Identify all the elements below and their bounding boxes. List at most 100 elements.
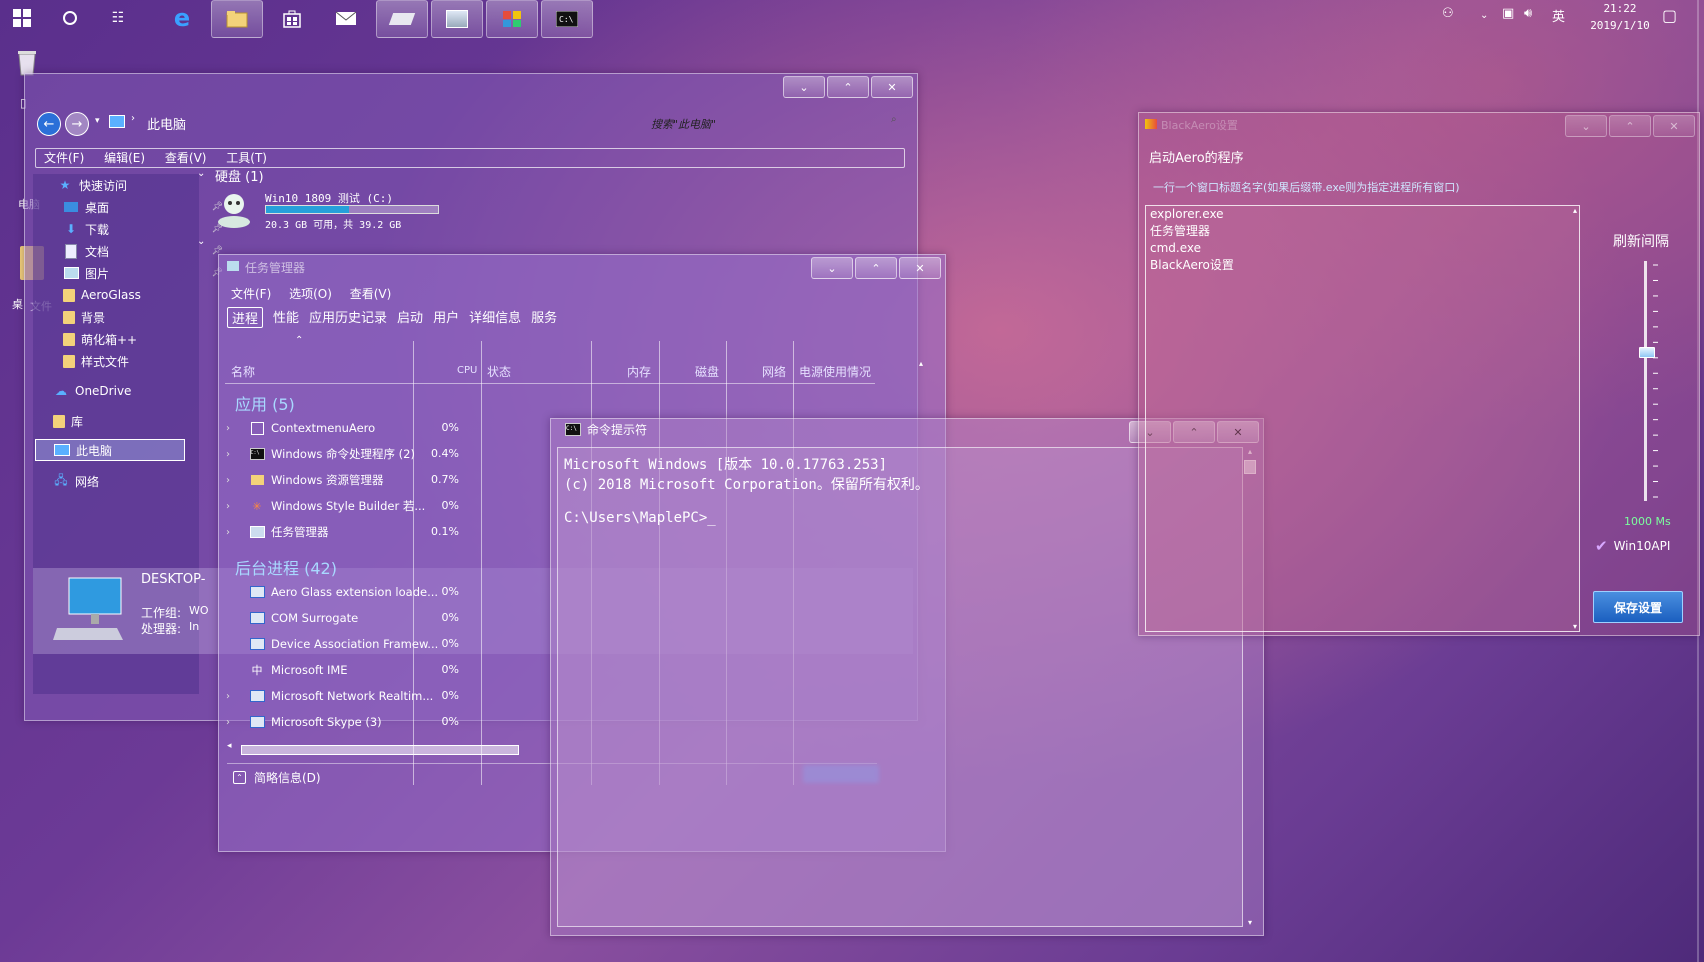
taskbar-app-1[interactable] [376, 0, 428, 38]
search-icon[interactable]: ⌕ [891, 114, 897, 125]
action-center-icon[interactable]: ▢ [1662, 6, 1677, 25]
close-button[interactable]: ✕ [1653, 115, 1695, 137]
col-cpu[interactable]: CPU [457, 365, 477, 376]
maximize-button[interactable]: ⌃ [1609, 115, 1651, 137]
expand-chevron-icon[interactable]: › [219, 475, 237, 486]
sidebar-item-quick-access[interactable]: ★ 快速访问 [33, 174, 223, 196]
language-indicator[interactable]: 英 [1552, 6, 1565, 25]
close-button[interactable]: ✕ [871, 76, 913, 98]
menu-view[interactable]: 查看(V) [350, 287, 392, 301]
scroll-left-icon[interactable]: ◂ [227, 741, 232, 751]
cortana-button[interactable] [56, 0, 84, 36]
cmd-taskbar-button[interactable]: C:\ [541, 0, 593, 38]
expand-chevron-icon[interactable]: › [219, 691, 237, 702]
menu-file[interactable]: 文件(F) [231, 287, 271, 301]
explorer-navbar: ← → ▾ › 此电脑 搜索"此电脑" ⌕ [35, 112, 907, 136]
explorer-taskbar-button[interactable] [211, 0, 263, 38]
drive-c-usage-fill [266, 206, 349, 213]
expand-chevron-icon[interactable]: › [219, 449, 237, 460]
tab-services[interactable]: 服务 [531, 307, 557, 328]
network-tray-icon[interactable]: ▣ [1502, 6, 1514, 21]
menu-view[interactable]: 查看(V) [165, 151, 207, 165]
sidebar-item-pictures[interactable]: 图片📌︎ [33, 262, 229, 284]
refresh-interval-slider[interactable] [1639, 261, 1663, 501]
col-memory[interactable]: 内存 [627, 363, 651, 380]
scroll-up-icon[interactable]: ▴ [1573, 206, 1577, 215]
close-button[interactable]: ✕ [899, 257, 941, 279]
console-line-version: Microsoft Windows [版本 10.0.17763.253] [564, 457, 888, 473]
store-button[interactable] [278, 0, 306, 36]
tab-performance[interactable]: 性能 [273, 307, 299, 328]
mail-button[interactable] [332, 0, 360, 36]
edge-button[interactable]: e [168, 0, 196, 36]
download-icon: ⬇ [65, 222, 77, 236]
minimize-button[interactable]: ⌄ [1565, 115, 1607, 137]
minimize-button[interactable]: ⌄ [783, 76, 825, 98]
scroll-down-icon[interactable]: ▾ [1243, 918, 1257, 927]
sidebar-item-onedrive[interactable]: ☁ OneDrive [33, 380, 219, 402]
drive-c-icon[interactable] [215, 190, 253, 230]
sidebar-item-aeroglass[interactable]: AeroGlass [33, 284, 229, 306]
col-name[interactable]: 名称 [231, 363, 255, 380]
back-button[interactable]: ← [37, 112, 61, 136]
history-dropdown-icon[interactable]: ▾ [95, 116, 100, 126]
sidebar-item-style-files[interactable]: 样式文件 [33, 350, 229, 372]
tab-app-history[interactable]: 应用历史记录 [309, 307, 387, 328]
tab-users[interactable]: 用户 [433, 307, 459, 328]
maximize-button[interactable]: ⌃ [827, 76, 869, 98]
tab-startup[interactable]: 启动 [397, 307, 423, 328]
menu-options[interactable]: 选项(O) [289, 287, 332, 301]
process-cpu: 0% [441, 663, 459, 676]
col-disk[interactable]: 磁盘 [695, 363, 719, 380]
collapse-disks-icon[interactable]: ⌄ [197, 168, 205, 179]
blackaero-window-buttons: ⌄ ⌃ ✕ [1565, 115, 1695, 137]
volume-icon[interactable]: 🔊︎ [1524, 6, 1532, 21]
tab-details[interactable]: 详细信息 [469, 307, 521, 328]
sidebar-item-label: 网络 [75, 474, 100, 489]
horizontal-scroll-thumb[interactable] [241, 745, 519, 755]
aero-programs-textbox[interactable]: explorer.exe 任务管理器 cmd.exe BlackAero设置 ▴… [1145, 205, 1580, 632]
sidebar-item-background[interactable]: 背景 [33, 306, 229, 328]
vertical-scrollbar[interactable]: ▴ [919, 355, 929, 395]
minimize-button[interactable]: ⌄ [811, 257, 853, 279]
clock[interactable]: 21:22 2019/1/10 [1585, 0, 1655, 34]
fewer-details-button[interactable]: ⌃ 简略信息(D) [233, 769, 321, 786]
expand-chevron-icon[interactable]: › [219, 717, 237, 728]
col-status[interactable]: 状态 [487, 363, 511, 380]
win10api-checkbox[interactable]: ✔ Win10API [1595, 537, 1670, 555]
expand-chevron-icon[interactable]: › [219, 423, 237, 434]
expand-chevron-icon[interactable]: › [219, 501, 237, 512]
start-button[interactable] [8, 0, 36, 36]
slider-thumb[interactable] [1639, 346, 1655, 358]
sidebar-item-label: AeroGlass [81, 288, 141, 302]
collapse-devices-icon[interactable]: ⌄ [197, 236, 205, 247]
taskmgr-taskbar-button[interactable] [486, 0, 538, 38]
breadcrumb-path[interactable]: 此电脑 [147, 114, 186, 133]
scroll-down-icon[interactable]: ▾ [1573, 622, 1577, 631]
col-network[interactable]: 网络 [762, 363, 786, 380]
tab-processes[interactable]: 进程 [227, 307, 264, 328]
search-field[interactable]: 搜索"此电脑" [651, 116, 716, 132]
tray-chevron-icon[interactable]: ⌄ [1480, 10, 1488, 21]
sidebar-item-network[interactable]: 🖧︎ 网络 [33, 470, 219, 492]
taskbar-app-2[interactable] [431, 0, 483, 38]
sidebar-item-this-pc[interactable]: 此电脑 [35, 439, 185, 461]
people-icon[interactable]: ⚇ [1442, 6, 1454, 21]
sidebar-item-desktop[interactable]: 桌面 📌︎ [33, 196, 229, 218]
task-view-button[interactable]: ☷ [104, 0, 132, 36]
save-settings-button[interactable]: 保存设置 [1593, 591, 1683, 623]
menu-tools[interactable]: 工具(T) [226, 151, 267, 165]
maximize-button[interactable]: ⌃ [855, 257, 897, 279]
expand-chevron-icon[interactable]: › [219, 527, 237, 538]
col-power[interactable]: 电源使用情况 [799, 363, 871, 380]
forward-button[interactable]: → [65, 112, 89, 136]
taskmgr-title-icon [227, 261, 239, 271]
blackaero-settings-window: BlackAero设置 ⌄ ⌃ ✕ 启动Aero的程序 一行一个窗口标题名字(如… [1138, 112, 1700, 636]
menu-file[interactable]: 文件(F) [44, 151, 84, 165]
sidebar-item-libraries[interactable]: 库 [33, 410, 219, 432]
sidebar-item-menghuaxiang[interactable]: 萌化箱++ [33, 328, 229, 350]
menu-edit[interactable]: 编辑(E) [104, 151, 145, 165]
scroll-up-icon[interactable]: ▴ [919, 359, 923, 368]
recycle-bin-icon[interactable] [16, 48, 38, 76]
drive-c-name[interactable]: Win10 1809 测试 (C:) [265, 190, 393, 206]
